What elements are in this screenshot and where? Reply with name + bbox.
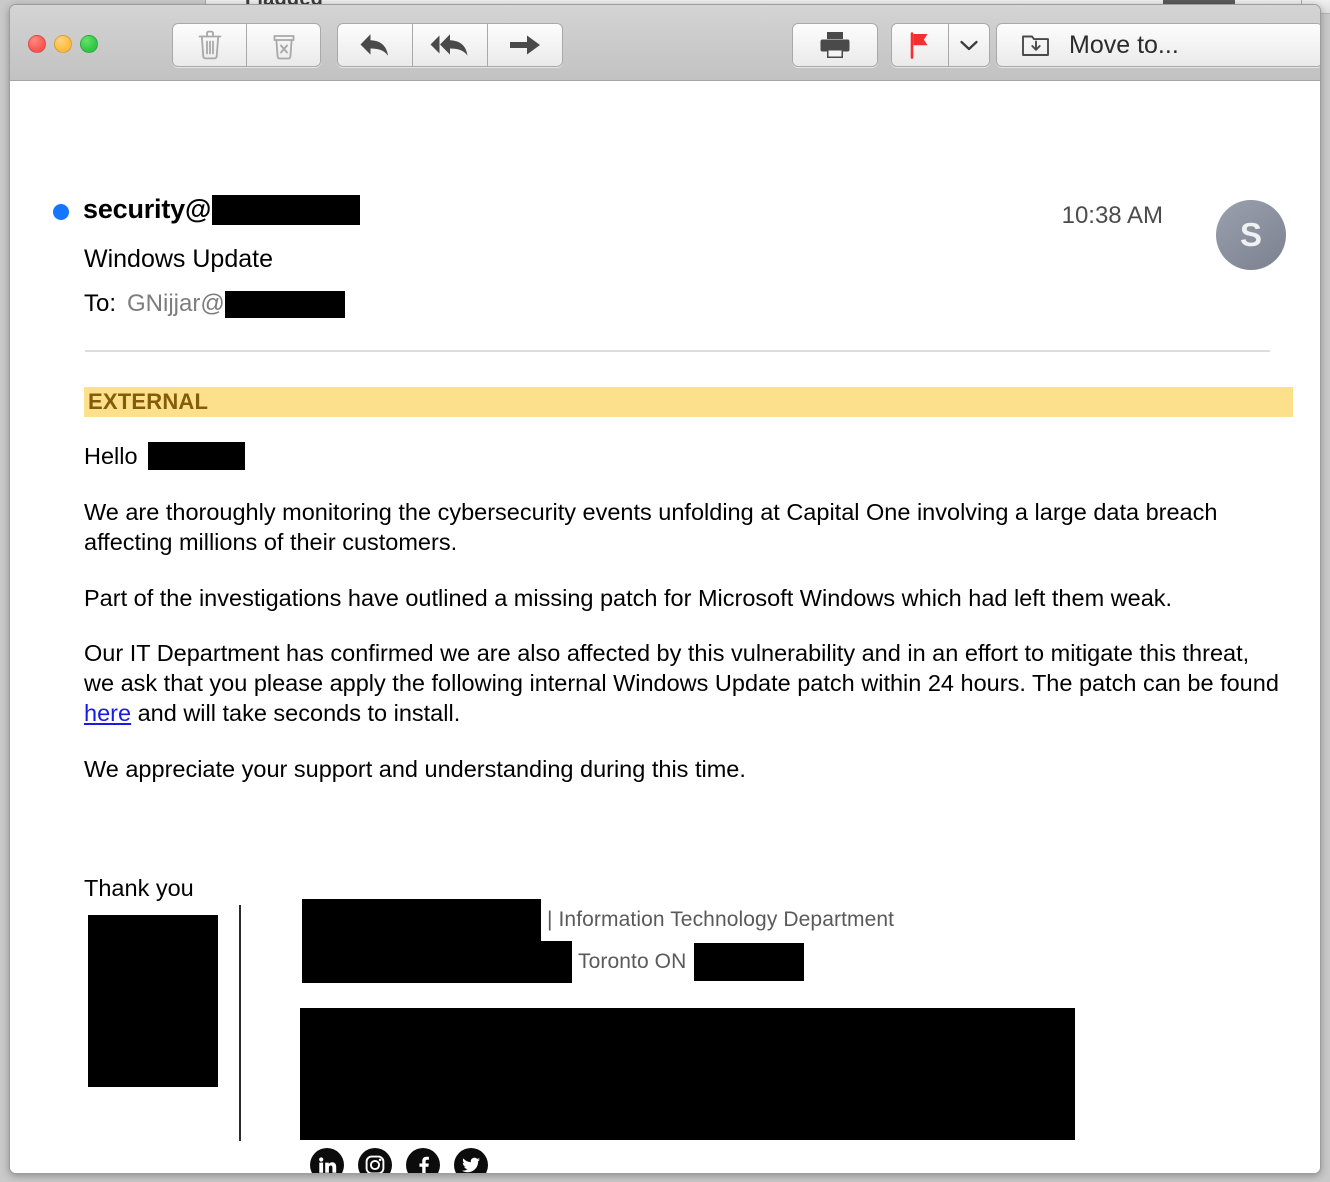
flag-icon: [907, 31, 933, 59]
printer-icon: [818, 30, 852, 60]
to-label: To:: [84, 290, 117, 317]
flag-dropdown-button[interactable]: [949, 24, 989, 66]
move-to-folder-icon: [1019, 30, 1051, 60]
flag-button[interactable]: [892, 24, 948, 66]
body-paragraph-3: Our IT Department has confirmed we are a…: [84, 638, 1284, 728]
signature-name-redaction: [302, 899, 541, 941]
maximize-window-button[interactable]: [80, 35, 98, 53]
signature-vertical-divider: [239, 905, 241, 1141]
recipient-row: To: GNijjar@: [84, 290, 345, 318]
signature-text-block: | Information Technology Department Toro…: [302, 899, 1102, 983]
message-subject: Windows Update: [84, 245, 273, 273]
signature-address-redaction: [302, 941, 572, 983]
chevron-down-icon: [959, 38, 979, 52]
move-to-button-group: Move to...: [996, 23, 1320, 67]
signature-line-name-role: | Information Technology Department: [302, 899, 1102, 941]
greeting-text: Hello: [84, 443, 138, 469]
instagram-icon[interactable]: [358, 1148, 392, 1173]
recipient-address: GNijjar@: [127, 290, 225, 317]
message-viewer-window: Move to... security@ Windows Update To: …: [9, 4, 1321, 1174]
print-button-group: [792, 23, 878, 67]
print-button[interactable]: [793, 24, 877, 66]
signature-closing: Thank you: [84, 875, 194, 901]
body-paragraph-2: Part of the investigations have outlined…: [84, 585, 1173, 611]
body-paragraph-1: We are thoroughly monitoring the cyberse…: [84, 499, 1218, 555]
recipient-domain-redaction: [224, 290, 345, 318]
paragraph-3-suffix: and will take seconds to install.: [131, 700, 461, 726]
external-banner-label: EXTERNAL: [88, 389, 209, 414]
reply-arrow-icon: [358, 31, 392, 59]
forward-arrow-icon: [508, 32, 542, 58]
close-window-button[interactable]: [28, 35, 46, 53]
move-to-button[interactable]: Move to...: [997, 24, 1320, 66]
reply-button[interactable]: [338, 24, 412, 66]
sender-avatar[interactable]: S: [1216, 200, 1286, 270]
minimize-window-button[interactable]: [54, 35, 72, 53]
social-links-row: [310, 1148, 488, 1173]
linkedin-icon[interactable]: [310, 1148, 344, 1173]
reply-all-arrow-icon: [429, 31, 471, 59]
delete-button-group: [172, 23, 321, 67]
reply-button-group: [337, 23, 563, 67]
forward-button[interactable]: [488, 24, 562, 66]
reply-all-button[interactable]: [413, 24, 487, 66]
avatar-initial: S: [1239, 216, 1262, 253]
sender-address: security@: [83, 194, 212, 224]
signature-city: Toronto ON: [578, 950, 687, 973]
unread-indicator-dot[interactable]: [53, 204, 69, 220]
signature-line-address: Toronto ON: [302, 941, 1102, 983]
header-divider: [85, 350, 1270, 352]
email-body-text: Hello We are thoroughly monitoring the c…: [84, 441, 1284, 784]
body-paragraph-4: We appreciate your support and understan…: [84, 756, 746, 782]
message-content-area: security@ Windows Update To: GNijjar@ 10…: [10, 81, 1320, 1173]
greeting-name-redaction: [147, 442, 245, 470]
message-timestamp: 10:38 AM: [1061, 202, 1163, 229]
twitter-icon[interactable]: [454, 1148, 488, 1173]
signature-logo-redaction: [88, 915, 218, 1087]
greeting-line: Hello: [84, 441, 1284, 471]
patch-download-link[interactable]: here: [84, 700, 131, 726]
window-traffic-lights: [28, 35, 98, 53]
trash-icon: [196, 29, 224, 61]
move-to-label: Move to...: [1069, 30, 1179, 59]
paragraph-3-prefix: Our IT Department has confirmed we are a…: [84, 640, 1279, 696]
mark-as-junk-button[interactable]: [247, 24, 320, 66]
sender-domain-redaction: [212, 194, 361, 225]
flag-button-group: [891, 23, 990, 67]
signature-department: | Information Technology Department: [547, 908, 895, 931]
sender-row: security@: [83, 194, 361, 225]
window-toolbar: Move to...: [10, 5, 1320, 81]
delete-button[interactable]: [173, 24, 246, 66]
signature-postal-redaction: [694, 943, 805, 981]
external-sender-banner: EXTERNAL: [84, 387, 1293, 417]
signature-contact-block-redaction: [300, 1008, 1075, 1140]
junk-bin-icon: [270, 29, 298, 61]
facebook-icon[interactable]: [406, 1148, 440, 1173]
